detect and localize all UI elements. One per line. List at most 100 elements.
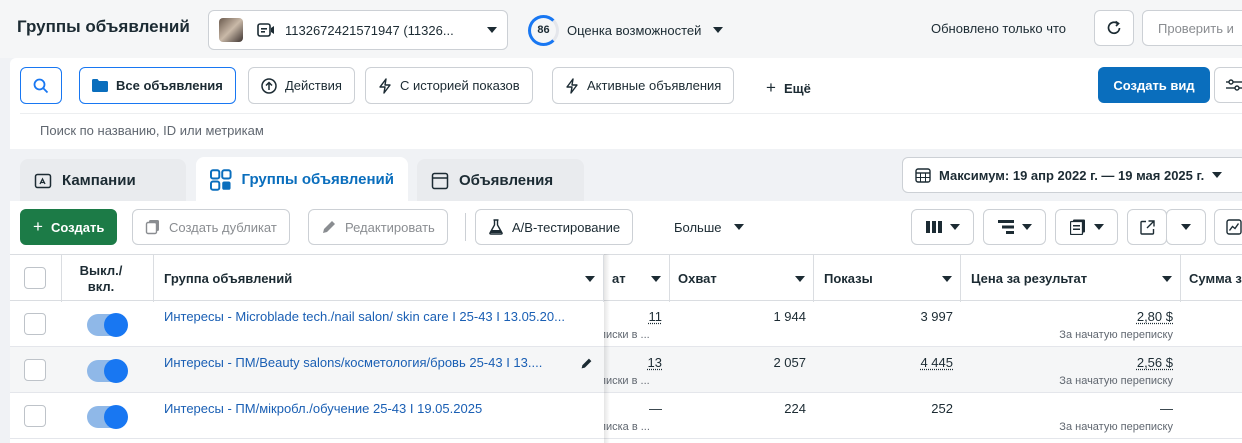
header-select-cell — [10, 255, 62, 302]
charts-button[interactable] — [1214, 209, 1242, 245]
review-publish-button[interactable]: Проверить и — [1142, 10, 1242, 46]
columns-icon — [925, 221, 942, 233]
with-history-filter[interactable]: С историей показов — [365, 67, 533, 104]
results-cell: 13 писки в ... — [604, 347, 670, 393]
header-amount-spent[interactable]: Сумма з — [1181, 255, 1242, 302]
pencil-icon — [323, 221, 335, 233]
chevron-down-icon — [585, 275, 595, 282]
row-checkbox[interactable] — [24, 313, 46, 335]
results-cell: — писка в ... — [604, 393, 670, 439]
more-actions-button[interactable]: Больше — [674, 209, 744, 245]
table-row[interactable]: Интересы - ПМ/Beauty salons/косметология… — [10, 347, 1242, 393]
report-icon — [1069, 219, 1085, 235]
tab-campaigns-label: Кампании — [62, 172, 136, 189]
row-toggle[interactable] — [87, 313, 128, 337]
chevron-down-icon — [1162, 275, 1172, 282]
results-value: 13 — [647, 355, 662, 370]
calendar-icon — [915, 168, 931, 183]
header-reach[interactable]: Охват — [670, 255, 814, 302]
chevron-down-icon — [487, 27, 497, 33]
plus-icon: + — [766, 78, 776, 97]
pencil-icon[interactable] — [580, 357, 593, 370]
opportunity-score[interactable]: 86 Оценка возможностей — [528, 14, 724, 46]
impressions-value: 4 445 — [920, 355, 953, 370]
active-ads-filter[interactable]: Активные объявления — [552, 67, 735, 104]
account-selector[interactable]: 1132672421571947 (11326... — [208, 10, 508, 50]
page-title: Группы объявлений — [17, 17, 190, 36]
export-button[interactable] — [1127, 209, 1167, 245]
row-toggle[interactable] — [87, 405, 128, 429]
folder-icon — [92, 79, 108, 92]
cost-cell: — За начатую переписку — [961, 393, 1181, 439]
chevron-down-icon — [713, 27, 724, 33]
arrow-up-circle-icon — [261, 77, 277, 94]
breakdown-button[interactable] — [983, 209, 1046, 245]
impressions-cell: 252 — [931, 401, 953, 416]
chevron-down-icon — [1212, 172, 1223, 178]
edit-label: Редактировать — [345, 219, 435, 235]
more-actions-label: Больше — [674, 219, 722, 235]
search-icon — [33, 78, 49, 93]
cost-value: — — [1160, 401, 1173, 416]
ad-set-name-link[interactable]: Интересы - ПМ/мікробл./обучение 25-43 I … — [164, 401, 594, 416]
duplicate-button[interactable]: Создать дубликат — [132, 209, 290, 245]
account-label: 1132672421571947 (11326... — [285, 22, 454, 38]
all-ads-filter[interactable]: Все объявления — [79, 67, 236, 104]
actions-filter[interactable]: Действия — [248, 67, 355, 104]
search-bar — [20, 113, 1242, 149]
duplicate-icon — [145, 220, 159, 235]
table-row[interactable]: Интересы - Microblade tech./nail salon/ … — [10, 301, 1242, 347]
impressions-cell: 4 445 — [814, 347, 961, 393]
updated-status: Обновлено только что — [931, 21, 1067, 36]
chevron-down-icon — [949, 224, 960, 230]
header-impressions-label: Показы — [824, 271, 873, 286]
ad-account-icon — [257, 23, 274, 37]
date-range-picker[interactable]: Максимум: 19 апр 2022 г. — 19 мая 2025 г… — [902, 157, 1242, 193]
columns-button[interactable] — [911, 209, 974, 245]
refresh-icon — [1107, 20, 1121, 35]
header-impressions[interactable]: Показы — [814, 255, 961, 302]
cost-sub: За начатую переписку — [1059, 375, 1173, 387]
chevron-down-icon — [942, 275, 952, 282]
search-button[interactable] — [20, 67, 62, 104]
results-sub: писка в ... — [604, 421, 650, 433]
row-checkbox[interactable] — [24, 359, 46, 381]
toggle-knob — [104, 359, 128, 383]
results-cell: 11 писки в ... — [604, 301, 670, 347]
edit-button[interactable]: Редактировать — [308, 209, 448, 245]
row-checkbox[interactable] — [24, 405, 46, 427]
tab-ads[interactable]: Объявления — [417, 159, 584, 202]
ab-test-button[interactable]: A/B-тестирование — [475, 209, 634, 245]
search-input[interactable] — [40, 123, 640, 138]
row-toggle[interactable] — [87, 359, 128, 383]
tab-campaigns[interactable]: Кампании — [20, 159, 186, 202]
table-row[interactable]: Интересы - ПМ/мікробл./обучение 25-43 I … — [10, 393, 1242, 439]
header-reach-label: Охват — [678, 271, 717, 286]
results-sub: писки в ... — [604, 329, 650, 341]
all-ads-label: Все объявления — [116, 78, 223, 93]
export-dropdown-button[interactable] — [1166, 209, 1206, 245]
select-all-checkbox[interactable] — [24, 267, 46, 289]
ad-set-name-link[interactable]: Интересы - Microblade tech./nail salon/ … — [164, 309, 594, 324]
ad-set-name-link[interactable]: Интересы - ПМ/Beauty salons/косметология… — [164, 355, 574, 370]
reports-button[interactable] — [1055, 209, 1118, 245]
tab-ad-sets-label: Группы объявлений — [241, 171, 394, 188]
filter-settings-button[interactable] — [1214, 67, 1242, 103]
create-button[interactable]: + Создать — [20, 209, 118, 245]
header-amount-label: Сумма з — [1189, 271, 1242, 286]
header-cost-per-result[interactable]: Цена за результат — [961, 255, 1181, 302]
cost-cell: 2,56 $ За начатую переписку — [961, 347, 1181, 393]
header-ad-set-name[interactable]: Группа объявлений — [154, 255, 604, 302]
main-panel: Все объявления Действия С историей показ… — [10, 58, 1242, 443]
create-view-button[interactable]: Создать вид — [1098, 67, 1210, 103]
ad-sets-table: Выкл./ вкл. Группа объявлений ат Охват П… — [10, 254, 1242, 443]
reach-cell: 1 944 — [773, 309, 806, 324]
tab-ad-sets[interactable]: Группы объявлений — [196, 157, 408, 202]
chevron-down-icon — [733, 224, 744, 230]
refresh-button[interactable] — [1094, 10, 1134, 46]
results-value: 11 — [648, 309, 663, 324]
more-filters-button[interactable]: + Ещё — [766, 78, 811, 98]
toggle-knob — [104, 405, 128, 429]
header-results[interactable]: ат — [604, 255, 670, 302]
reach-cell: 224 — [784, 401, 806, 416]
